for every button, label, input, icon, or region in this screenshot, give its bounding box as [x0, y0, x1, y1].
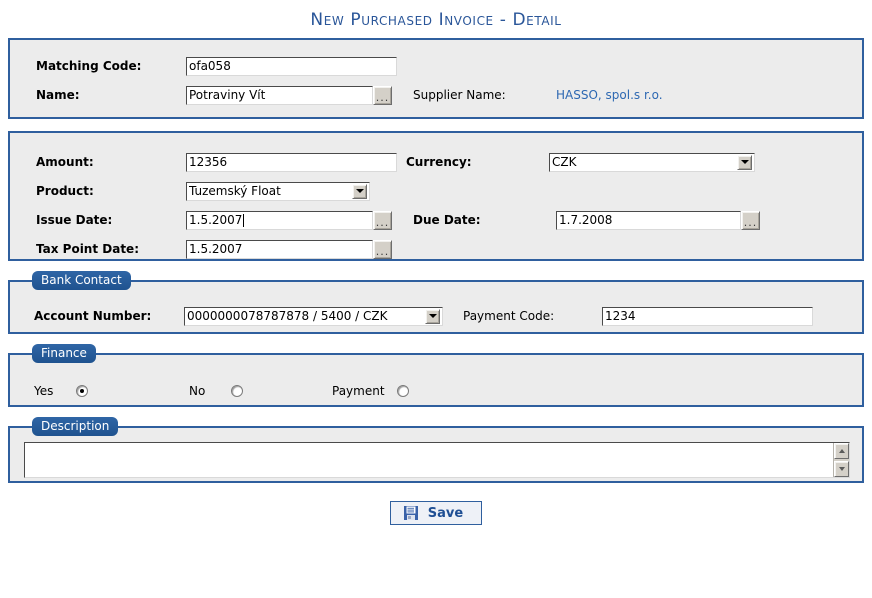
bank-contact-section: Bank Contact Account Number: 00000000787… [8, 271, 864, 334]
product-label: Product: [36, 184, 94, 198]
supplier-name-value: HASSO, spol.s r.o. [556, 88, 663, 102]
chevron-down-icon[interactable] [737, 154, 752, 170]
amount-label: Amount: [36, 155, 94, 169]
identification-panel: Matching Code: ofa058 Name: Potraviny Ví… [8, 38, 864, 119]
currency-select[interactable]: CZK [549, 152, 755, 172]
chevron-down-icon[interactable] [352, 183, 367, 199]
payment-code-label: Payment Code: [463, 309, 555, 323]
action-bar: Save [0, 495, 872, 525]
finance-section: Finance Yes No Payment [8, 344, 864, 407]
description-legend: Description [32, 417, 119, 436]
account-number-select[interactable]: 0000000078787878 / 5400 / CZK [184, 306, 443, 326]
finance-option-no-label: No [189, 384, 206, 398]
account-number-label: Account Number: [34, 309, 152, 323]
finance-legend: Finance [32, 344, 96, 363]
currency-value: CZK [552, 154, 577, 169]
description-textarea[interactable] [24, 442, 850, 478]
payment-code-input[interactable]: 1234 [602, 306, 813, 326]
save-button[interactable]: Save [389, 501, 483, 525]
product-select[interactable]: Tuzemský Float [186, 181, 370, 201]
tax-point-date-input[interactable]: 1.5.2007 [186, 239, 373, 259]
finance-option-yes-radio[interactable] [76, 385, 88, 397]
supplier-name-label: Supplier Name: [413, 88, 506, 102]
finance-option-no-radio[interactable] [231, 385, 243, 397]
description-textarea-text[interactable] [25, 443, 833, 477]
name-input[interactable]: Potraviny Vít [186, 85, 373, 105]
chevron-down-icon[interactable] [425, 308, 440, 324]
save-button-label: Save [427, 505, 464, 521]
amount-input[interactable]: 12356 [186, 152, 397, 172]
currency-label: Currency: [406, 155, 472, 169]
scroll-down-icon[interactable] [834, 461, 849, 477]
due-date-picker-button[interactable]: ... [741, 210, 760, 230]
due-date-label: Due Date: [413, 213, 481, 227]
matching-code-input[interactable]: ofa058 [186, 56, 397, 76]
invoice-detail-panel: Amount: 12356 Currency: CZK Product: Tuz… [8, 131, 864, 261]
issue-date-input[interactable]: 1.5.2007 [186, 210, 373, 230]
product-value: Tuzemský Float [189, 183, 281, 198]
issue-date-picker-button[interactable]: ... [373, 210, 392, 230]
finance-option-payment-radio[interactable] [397, 385, 409, 397]
name-label: Name: [36, 88, 80, 102]
page-title: New Purchased Invoice - Detail [310, 10, 562, 30]
bank-contact-legend: Bank Contact [32, 271, 131, 290]
scroll-up-icon[interactable] [834, 443, 849, 459]
description-section: Description [8, 417, 864, 483]
finance-option-yes-label: Yes [34, 384, 54, 398]
save-floppy-icon [403, 506, 418, 520]
finance-option-payment-label: Payment [332, 384, 385, 398]
account-number-value: 0000000078787878 / 5400 / CZK [187, 308, 388, 323]
tax-point-date-label: Tax Point Date: [36, 242, 139, 256]
description-scrollbar[interactable] [833, 443, 849, 477]
tax-point-date-picker-button[interactable]: ... [373, 239, 392, 259]
matching-code-label: Matching Code: [36, 59, 142, 73]
name-browse-button[interactable]: ... [373, 85, 392, 105]
due-date-input[interactable]: 1.7.2008 [556, 210, 741, 230]
issue-date-label: Issue Date: [36, 213, 113, 227]
